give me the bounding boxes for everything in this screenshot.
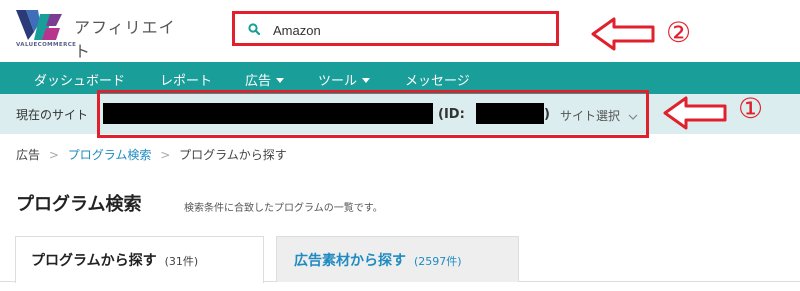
tab-count: (2597件) [414, 255, 462, 268]
logo-subtext: VALUECOMMERCE [16, 42, 77, 48]
breadcrumb-separator-icon: > [160, 148, 171, 162]
page-description: 検索条件に合致したプログラムの一覧です。 [184, 203, 383, 214]
search-input[interactable] [273, 20, 543, 40]
nav-item-report[interactable]: レポート [160, 70, 212, 89]
nav-item-messages[interactable]: メッセージ [405, 70, 470, 89]
nav-item-tools[interactable]: ツール [318, 70, 371, 89]
left-arrow-annotation-icon [591, 17, 655, 51]
nav-item-ads[interactable]: 広告 [245, 70, 285, 89]
tab-count: (31件) [164, 255, 199, 268]
nav-item-ads-label: 広告 [245, 74, 272, 89]
logo-mark-icon [16, 10, 62, 40]
valuecommerce-logo[interactable]: VALUECOMMERCE アフィリエイト [16, 10, 186, 61]
tab-label-text: 広告素材から探す [294, 253, 406, 269]
tab-creative-search-label: 広告素材から探す (2597件) [294, 250, 462, 270]
breadcrumb: 広告 > プログラム検索 > プログラムから探す [16, 146, 287, 163]
annotation-box-site [97, 90, 649, 138]
left-arrow-annotation-icon [663, 96, 727, 130]
caret-down-icon [276, 78, 285, 83]
tab-label-text: プログラムから探す [31, 253, 157, 269]
search-icon [248, 23, 260, 35]
tab-program-search-label: プログラムから探す (31件) [31, 250, 198, 270]
annotation-marker-1: ① [738, 92, 764, 125]
nav-item-tools-label: ツール [318, 74, 358, 89]
breadcrumb-current: プログラムから探す [179, 148, 287, 162]
app-title: アフィリエイト [74, 18, 176, 61]
breadcrumb-root[interactable]: 広告 [16, 148, 40, 162]
page-title: プログラム検索 [16, 194, 142, 215]
tab-creative-search[interactable]: 広告素材から探す (2597件) [276, 236, 519, 282]
annotation-marker-2: ② [666, 16, 692, 49]
caret-down-icon [362, 78, 371, 83]
search-box[interactable] [232, 11, 559, 46]
header: VALUECOMMERCE アフィリエイト ② [0, 0, 800, 62]
nav-item-dashboard[interactable]: ダッシュボード [34, 70, 125, 89]
breadcrumb-separator-icon: > [48, 148, 59, 162]
breadcrumb-parent-link[interactable]: プログラム検索 [68, 148, 152, 162]
tab-program-search[interactable]: プログラムから探す (31件) [15, 236, 264, 283]
current-site-label: 現在のサイト [16, 108, 89, 122]
